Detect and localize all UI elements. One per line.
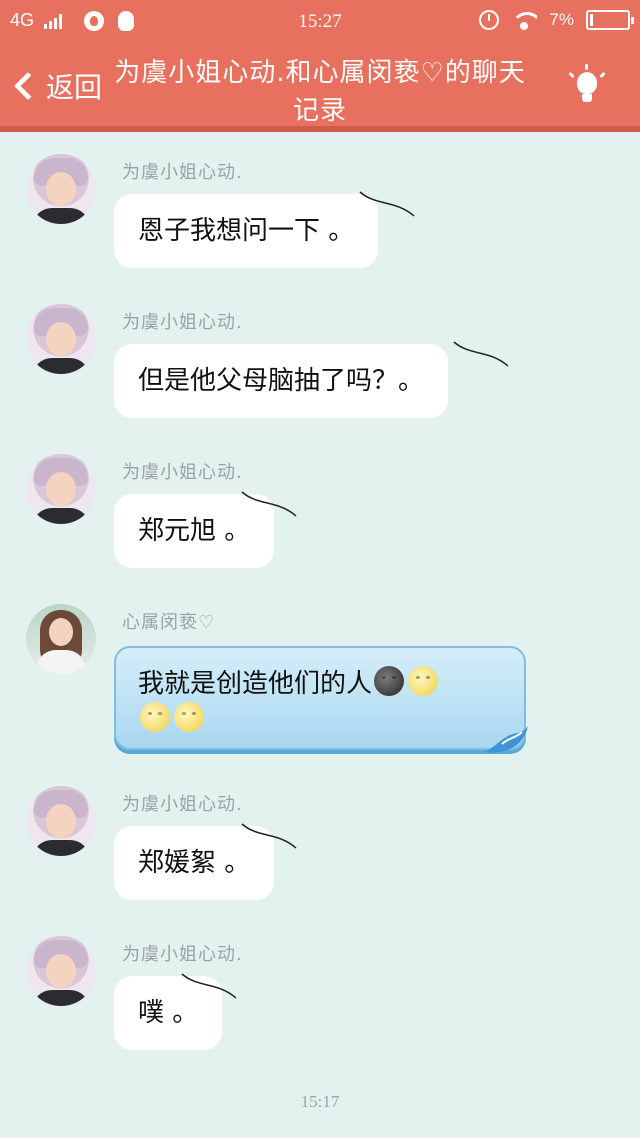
message-text: 我就是创造他们的人 [138,669,373,699]
avatar[interactable] [26,154,96,224]
alarm-icon [479,10,500,30]
status-bar: 4G 15:27 7% [0,0,640,44]
new-moon-face-icon [374,666,405,696]
page-title: 为虞小姐心动.和心属闵亵♡的聊天记录 [114,58,526,126]
sender-name: 心属闵亵♡ [122,612,216,633]
sender-name: 为虞小姐心动. [122,162,243,183]
back-label: 返回 [46,71,103,104]
sender-name: 为虞小姐心动. [122,312,243,333]
bubble-squiggle [241,823,297,849]
lightbulb-icon[interactable] [568,64,606,108]
bubble-squiggle [241,491,297,517]
message-bubble[interactable]: 但是他父母脑抽了吗？。 [114,344,449,418]
battery-percent: 7% [549,10,574,29]
sender-name: 为虞小姐心动. [122,944,243,965]
avatar[interactable] [26,604,96,674]
message-bubble[interactable]: 我就是创造他们的人 [114,646,528,753]
avatar[interactable] [26,304,96,374]
battery-icon [586,10,634,30]
bubble-squiggle [453,341,509,367]
back-button[interactable]: 返回 [10,66,102,106]
avatar[interactable] [26,936,96,1006]
timestamp: 15:17 [300,1092,340,1111]
avatar[interactable] [26,786,96,856]
bubble-squiggle [181,973,237,999]
status-right: 7% [479,10,634,30]
avatar[interactable] [26,454,96,524]
sender-name: 为虞小姐心动. [122,794,243,815]
wifi-icon [511,10,538,30]
wave-icon [484,726,528,753]
full-moon-face-icon [408,666,439,696]
full-moon-face-icon [174,702,204,732]
message-bubble[interactable]: 恩子我想问一下 。 [114,194,379,268]
chevron-left-icon [13,71,43,101]
sender-name: 为虞小姐心动. [122,462,243,483]
chat-header: 返回 为虞小姐心动.和心属闵亵♡的聊天记录 [0,44,640,132]
bubble-squiggle [359,191,415,217]
full-moon-face-icon [140,702,170,732]
